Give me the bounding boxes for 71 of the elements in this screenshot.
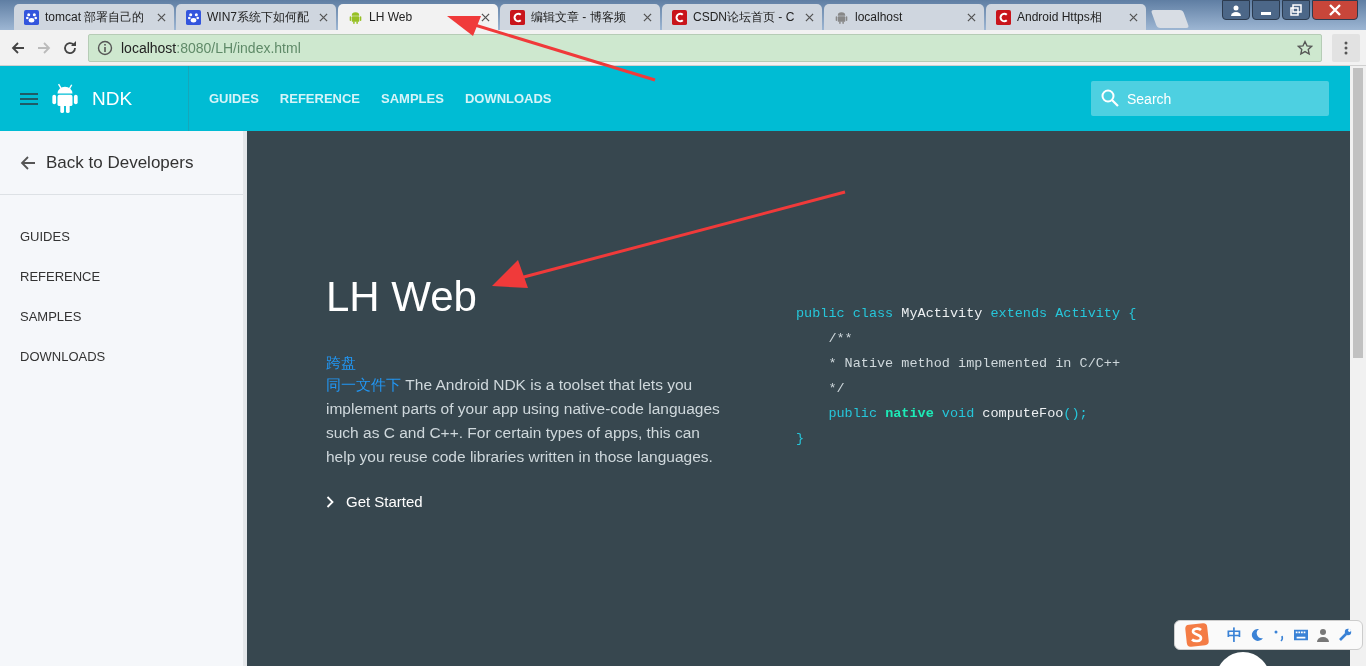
tab-title: 编辑文章 - 博客频: [531, 8, 627, 26]
browser-tab[interactable]: LH Web: [338, 4, 498, 30]
tab-title: LH Web: [369, 10, 414, 24]
sidebar-item[interactable]: GUIDES: [20, 229, 223, 244]
chevron-right-icon: [326, 495, 334, 508]
scrollbar[interactable]: [1350, 66, 1366, 666]
intro-paragraph: 同一文件下 The Android NDK is a toolset that lets you implement parts of your app using native-code languages such as C and C++. For certain types of apps, this can help you reuse code libraries written in those languages.: [326, 375, 721, 467]
browser-tab[interactable]: localhost: [824, 4, 984, 30]
sidebar-item[interactable]: SAMPLES: [20, 309, 223, 324]
user-icon: [1230, 4, 1242, 16]
user-icon[interactable]: [1316, 628, 1330, 642]
get-started-link[interactable]: Get Started: [326, 493, 726, 510]
close-icon[interactable]: [967, 12, 976, 22]
browser-tab[interactable]: CSDN论坛首页 - C: [662, 4, 822, 30]
close-icon[interactable]: [643, 12, 652, 22]
browser-tab[interactable]: WIN7系统下如何配: [176, 4, 336, 30]
minimize-icon: [1261, 12, 1271, 15]
keyboard-icon[interactable]: [1294, 628, 1308, 642]
url-text: localhost:8080/LH/index.html: [121, 39, 302, 56]
wrench-icon[interactable]: [1338, 628, 1352, 642]
c-logo-icon: [672, 9, 687, 25]
android-icon: [50, 81, 80, 116]
info-icon: [97, 39, 113, 56]
code-line: * Native method implemented in C/C++: [827, 355, 1122, 373]
c-logo-icon: [996, 9, 1011, 25]
close-icon[interactable]: [319, 12, 328, 22]
moon-icon[interactable]: [1250, 628, 1264, 642]
user-button[interactable]: [1222, 0, 1250, 20]
c-logo-icon: [510, 9, 525, 25]
punctuation-icon[interactable]: [1272, 628, 1286, 642]
star-icon[interactable]: [1297, 39, 1313, 56]
code-line: public class MyActivity extends Activity {: [796, 305, 1137, 323]
paw-icon: [24, 9, 39, 25]
close-icon[interactable]: [805, 12, 814, 22]
sidebar-item[interactable]: REFERENCE: [20, 269, 223, 284]
page-title: LH Web: [326, 276, 478, 318]
tab-title: CSDN论坛首页 - C: [693, 8, 796, 26]
minimize-button[interactable]: [1252, 0, 1280, 20]
paw-icon: [186, 9, 201, 25]
back-link[interactable]: Back to Developers: [0, 131, 243, 195]
maximize-button[interactable]: [1282, 0, 1310, 20]
browser-tab[interactable]: 编辑文章 - 博客频: [500, 4, 660, 30]
close-icon[interactable]: [1129, 12, 1138, 22]
browser-tab[interactable]: Android Https相: [986, 4, 1146, 30]
menu-icon[interactable]: [20, 92, 38, 105]
restore-icon: [1290, 4, 1302, 16]
tab-title: tomcat 部署自己的: [45, 8, 146, 26]
reload-icon[interactable]: [62, 39, 78, 56]
close-icon[interactable]: [157, 12, 166, 22]
android-icon: [348, 9, 363, 25]
code-line: }: [796, 430, 806, 448]
search-field[interactable]: Search: [1091, 81, 1329, 116]
close-icon: [1328, 4, 1342, 16]
tab-title: WIN7系统下如何配: [207, 8, 310, 26]
arrow-left-icon: [20, 154, 36, 171]
sidebar-item[interactable]: DOWNLOADS: [20, 349, 223, 364]
code-line: public native void computeFoo();: [827, 405, 1089, 423]
code-line: */: [827, 380, 846, 398]
tab-title: localhost: [855, 10, 904, 24]
android-icon: [834, 9, 849, 25]
code-line: /**: [827, 330, 854, 348]
close-icon[interactable]: [481, 12, 490, 22]
close-button[interactable]: [1312, 0, 1358, 20]
back-icon[interactable]: [10, 39, 26, 56]
s-logo-icon[interactable]: [1185, 623, 1209, 647]
search-icon: [1101, 89, 1119, 107]
language-mode[interactable]: 中: [1227, 625, 1242, 645]
address-bar[interactable]: localhost:8080/LH/index.html: [88, 33, 1322, 62]
more-icon: [1344, 40, 1348, 55]
tab-title: Android Https相: [1017, 8, 1103, 26]
browser-tab[interactable]: tomcat 部署自己的: [14, 4, 174, 30]
